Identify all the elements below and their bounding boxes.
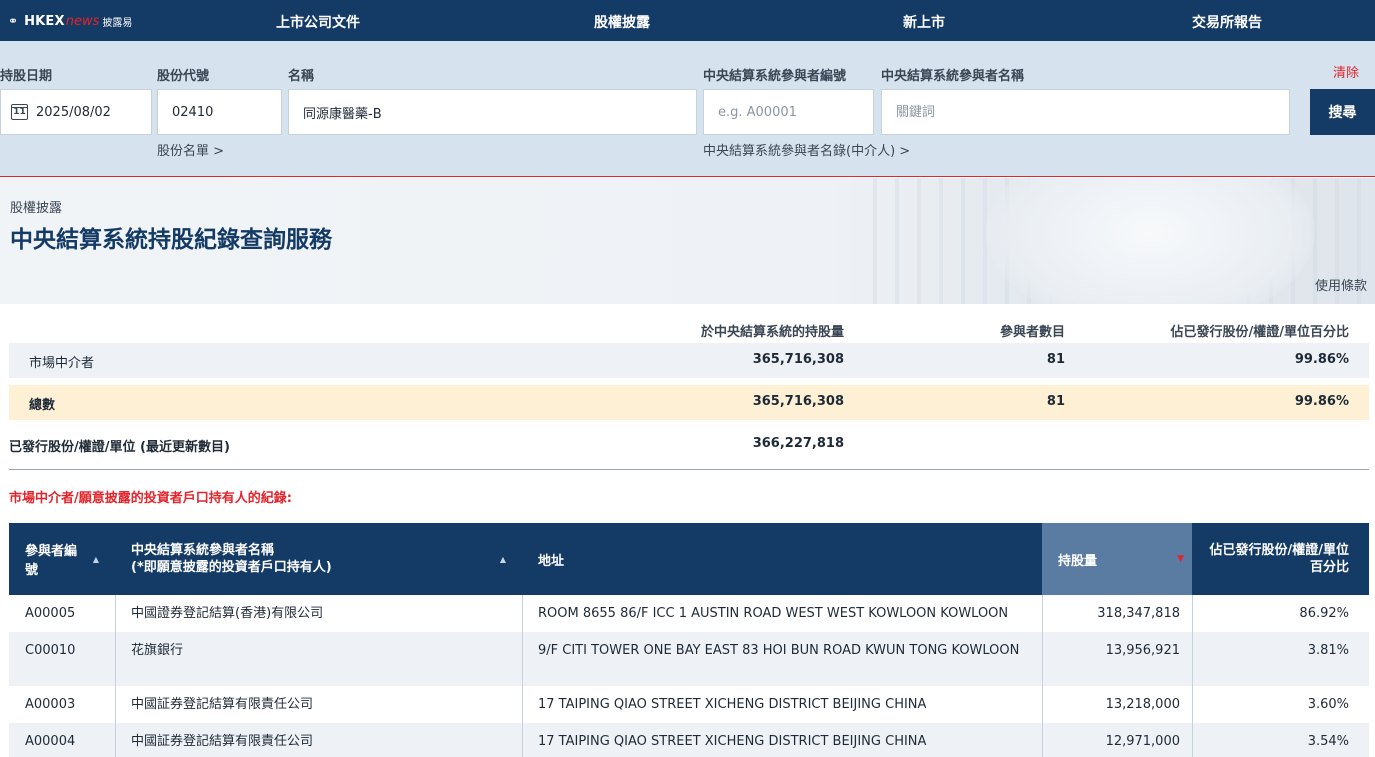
breadcrumb[interactable]: 股權披露 (10, 197, 62, 216)
cell-participant-id: A00004 (25, 734, 76, 749)
date-field[interactable]: 11 2025/08/02 (0, 89, 152, 135)
cell-participant-name: 中國証券登記結算有限責任公司 (131, 734, 314, 749)
participant-name-label: 中央結算系統參與者名稱 (881, 69, 1025, 84)
cell-participant-name: 中國證券登記結算(香港)有限公司 (131, 606, 324, 621)
column-header-percent[interactable]: 佔已發行股份/權證/單位百分比 (1192, 523, 1369, 595)
column-header-participant-id[interactable]: 參與者編號 ▲ (9, 523, 115, 595)
cell-percent: 3.60% (1307, 697, 1349, 712)
stock-name-label: 名稱 (288, 69, 315, 84)
sort-up-icon: ▲ (92, 554, 99, 564)
summary-row-issued: 已發行股份/權證/單位 (最近更新數目) 366,227,818 (9, 427, 1369, 462)
stock-name-input[interactable] (303, 104, 696, 120)
page-banner: 股權披露 中央結算系統持股紀錄查詢服務 使用條款 (0, 178, 1375, 304)
summary-percent-value: 99.86% (1294, 352, 1349, 367)
cell-address: 9/F CITI TOWER ONE BAY EAST 83 HOI BUN R… (538, 643, 1020, 658)
participant-list-link[interactable]: 中央結算系統參與者名錄(中介人) > (703, 140, 910, 159)
cell-holding: 12,971,000 (1105, 734, 1180, 749)
summary-row-intermediaries: 市場中介者 365,716,308 81 99.86% (9, 343, 1369, 378)
logo-news: news (65, 13, 100, 29)
participant-id-field[interactable] (703, 89, 874, 135)
cell-percent: 3.81% (1307, 643, 1349, 658)
search-panel: 持股日期 11 2025/08/02 股份代號 名稱 中央結算系統參與者編號 中… (0, 41, 1375, 177)
nav-disclosure-of-interests[interactable]: 股權披露 (594, 12, 650, 32)
search-button[interactable]: 搜尋 (1310, 89, 1375, 135)
cell-participant-name: 中國証券登記結算有限責任公司 (131, 697, 314, 712)
summary-divider (9, 469, 1369, 470)
date-label: 持股日期 (0, 69, 53, 84)
records-note: 市場中介者/願意披露的投資者戶口持有人的紀錄: (9, 491, 292, 506)
banner-image (985, 178, 1315, 304)
summary-participants-value: 81 (1046, 352, 1065, 367)
cell-participant-id: A00005 (25, 606, 76, 621)
clear-button[interactable]: 清除 (1333, 62, 1359, 81)
participant-id-input[interactable] (718, 104, 873, 120)
table-row: C00010 花旗銀行 9/F CITI TOWER ONE BAY EAST … (9, 632, 1369, 686)
calendar-icon[interactable]: 11 (11, 104, 28, 120)
terms-of-use-link[interactable]: 使用條款 (1315, 275, 1367, 294)
hkexnews-logo[interactable]: ⚭ HKEX news 披露易 (8, 11, 132, 31)
summary-holding-value: 365,716,308 (752, 352, 844, 367)
logo-brand: HKEX (24, 13, 65, 29)
stock-list-link[interactable]: 股份名單 > (157, 140, 224, 159)
summary-participants-value: 81 (1046, 394, 1065, 409)
nav-listed-company-documents[interactable]: 上市公司文件 (276, 12, 360, 32)
cell-address: 17 TAIPING QIAO STREET XICHENG DISTRICT … (538, 734, 927, 749)
summary-header-percent: 佔已發行股份/權證/單位百分比 (1170, 325, 1350, 340)
summary-row-total: 總數 365,716,308 81 99.86% (9, 385, 1369, 420)
cell-holding: 13,218,000 (1105, 697, 1180, 712)
column-header-address[interactable]: 地址 (522, 523, 1042, 595)
stock-name-field[interactable] (288, 89, 697, 135)
column-divider (522, 595, 523, 757)
nav-exchange-reports[interactable]: 交易所報告 (1192, 12, 1262, 32)
stock-code-field[interactable] (157, 89, 282, 135)
cell-participant-id: C00010 (25, 643, 76, 658)
sort-up-icon: ▲ (499, 554, 506, 564)
date-value: 2025/08/02 (36, 104, 111, 120)
cell-holding: 318,347,818 (1097, 606, 1180, 621)
issued-label: 已發行股份/權證/單位 (最近更新數目) (9, 440, 230, 455)
table-row: A00004 中國証券登記結算有限責任公司 17 TAIPING QIAO ST… (9, 723, 1369, 757)
cell-holding: 13,956,921 (1105, 643, 1180, 658)
table-row: A00003 中國証券登記結算有限責任公司 17 TAIPING QIAO ST… (9, 686, 1369, 723)
stock-code-label: 股份代號 (157, 69, 210, 84)
table-row: A00005 中國證券登記結算(香港)有限公司 ROOM 8655 86/F I… (9, 595, 1369, 632)
column-divider (1042, 595, 1043, 757)
sort-down-icon: ▼ (1177, 554, 1184, 564)
nav-new-listings[interactable]: 新上市 (903, 12, 945, 32)
column-header-holding[interactable]: 持股量 ▼ (1042, 523, 1192, 595)
hkex-logo-icon: ⚭ (8, 14, 19, 28)
summary-row-label: 總數 (29, 398, 56, 413)
issued-value: 366,227,818 (752, 436, 844, 451)
column-header-participant-name[interactable]: 中央結算系統參與者名稱 (*即願意披露的投資者戶口持有人) ▲ (115, 523, 522, 595)
participant-name-input[interactable] (896, 104, 1289, 120)
stock-code-input[interactable] (172, 104, 281, 120)
summary-holding-value: 365,716,308 (752, 394, 844, 409)
summary-row-label: 市場中介者 (29, 356, 95, 371)
top-navigation: ⚭ HKEX news 披露易 上市公司文件 股權披露 新上市 交易所報告 (0, 0, 1375, 41)
participant-holdings-table: 參與者編號 ▲ 中央結算系統參與者名稱 (*即願意披露的投資者戶口持有人) ▲ 地址… (9, 523, 1369, 757)
participant-id-label: 中央結算系統參與者編號 (703, 69, 847, 84)
column-divider (1192, 595, 1193, 757)
cell-participant-id: A00003 (25, 697, 76, 712)
cell-address: 17 TAIPING QIAO STREET XICHENG DISTRICT … (538, 697, 927, 712)
column-divider (115, 595, 116, 757)
cell-address: ROOM 8655 86/F ICC 1 AUSTIN ROAD WEST WE… (538, 606, 1009, 621)
page-title: 中央結算系統持股紀錄查詢服務 (10, 227, 332, 253)
participant-name-field[interactable] (881, 89, 1290, 135)
cell-percent: 86.92% (1299, 606, 1349, 621)
summary-percent-value: 99.86% (1294, 394, 1349, 409)
cell-percent: 3.54% (1307, 734, 1349, 749)
summary-header-participants: 參與者數目 (999, 325, 1065, 340)
table-header: 參與者編號 ▲ 中央結算系統參與者名稱 (*即願意披露的投資者戶口持有人) ▲ 地址… (9, 523, 1369, 595)
logo-chinese: 披露易 (102, 17, 133, 29)
cell-participant-name: 花旗銀行 (131, 643, 184, 658)
summary-header-holding: 於中央結算系統的持股量 (700, 325, 844, 340)
